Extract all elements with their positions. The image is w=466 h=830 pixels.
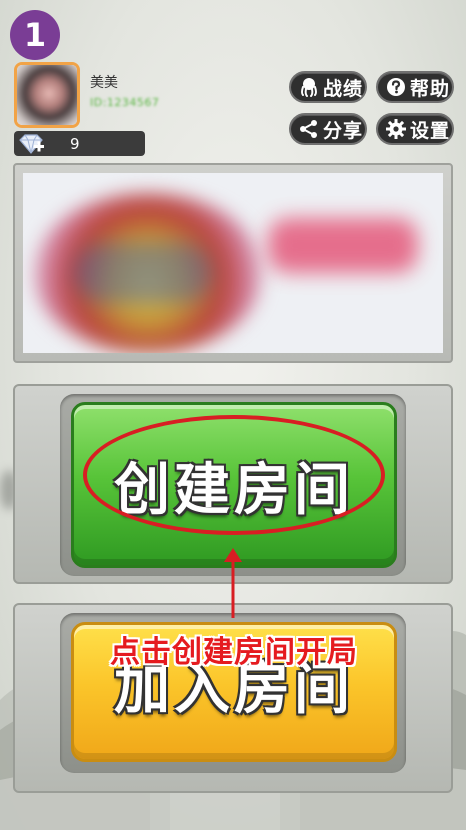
promo-banner[interactable] <box>23 173 443 353</box>
share-icon <box>297 117 321 141</box>
up-arrow-icon <box>224 548 242 618</box>
avatar-image <box>17 65 77 125</box>
banner-frame <box>13 163 453 363</box>
user-id-text: ID:1234567 <box>90 96 160 109</box>
question-circle-icon <box>384 75 408 99</box>
record-button[interactable]: 战绩 <box>289 71 367 103</box>
step-number-badge: 1 <box>10 10 60 60</box>
help-button[interactable]: 帮助 <box>376 71 454 103</box>
settings-label: 设置 <box>410 119 451 142</box>
instruction-caption: 点击创建房间开局 <box>110 635 358 670</box>
username: 美美 <box>90 75 118 91</box>
help-label: 帮助 <box>410 77 451 100</box>
gear-icon <box>384 117 408 141</box>
share-label: 分享 <box>323 119 364 142</box>
diamond-balance-bar[interactable]: 9 <box>14 131 145 156</box>
octopus-icon <box>297 75 321 99</box>
share-button[interactable]: 分享 <box>289 113 367 145</box>
diamond-count: 9 <box>70 134 80 153</box>
diamond-plus-icon[interactable] <box>14 131 48 156</box>
highlight-ellipse <box>83 415 385 535</box>
record-label: 战绩 <box>323 77 364 100</box>
settings-button[interactable]: 设置 <box>376 113 454 145</box>
avatar[interactable] <box>14 62 80 128</box>
